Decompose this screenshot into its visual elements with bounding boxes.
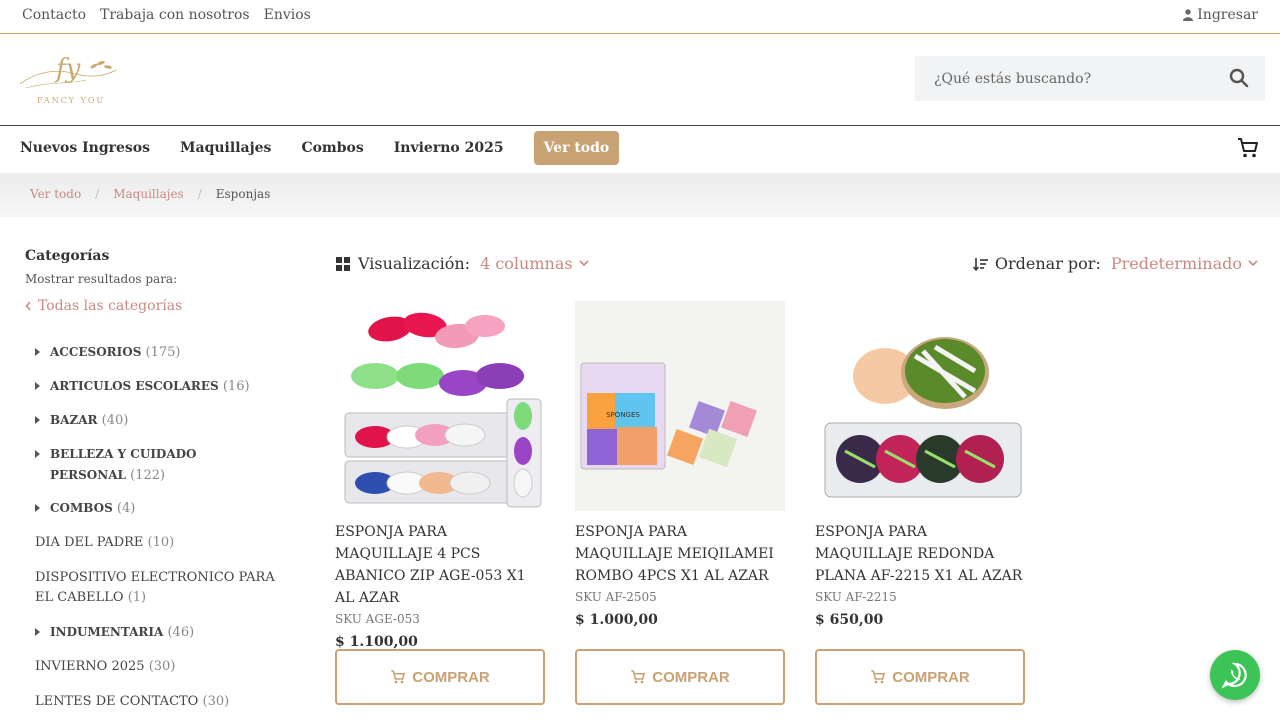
all-categories-link[interactable]: Todas las categorías xyxy=(25,298,295,314)
sidebar-item-accesorios[interactable]: ACCESORIOS (175) xyxy=(35,342,285,363)
caret-right-icon xyxy=(35,348,40,356)
sidebar-item-dispositivo-electronico[interactable]: DISPOSITIVO ELECTRONICO PARA EL CABELLO … xyxy=(35,568,280,608)
product-name[interactable]: ESPONJA PARA MAQUILLAJE MEIQILAMEI ROMBO… xyxy=(575,521,785,587)
sort-selector: Ordenar por: Predeterminado xyxy=(972,254,1258,273)
sort-icon xyxy=(972,257,988,271)
cart-icon xyxy=(631,670,646,684)
whatsapp-button[interactable] xyxy=(1210,650,1260,700)
product-image[interactable]: SPONGES xyxy=(575,301,785,511)
breadcrumb-separator: / xyxy=(95,187,100,201)
cart-icon xyxy=(391,670,406,684)
sidebar-item-combos[interactable]: COMBOS (4) xyxy=(35,498,285,519)
view-selector: Visualización: 4 columnas xyxy=(336,254,589,273)
sidebar-subtitle: Mostrar resultados para: xyxy=(25,272,178,286)
sidebar-item-belleza[interactable]: BELLEZA Y CUIDADO PERSONAL (122) xyxy=(35,444,275,486)
nav-item-combos[interactable]: Combos xyxy=(301,131,363,165)
product-image[interactable] xyxy=(335,301,545,511)
sidebar-title: Categorías xyxy=(25,248,110,264)
whatsapp-icon xyxy=(1221,662,1247,689)
shipping-link[interactable]: Envios xyxy=(264,7,311,23)
login-label: Ingresar xyxy=(1197,7,1258,23)
cart-icon[interactable] xyxy=(1236,136,1260,160)
breadcrumb-separator: / xyxy=(197,187,202,201)
breadcrumb-view-all[interactable]: Ver todo xyxy=(30,187,81,201)
cart-icon xyxy=(871,670,886,684)
product-sku: SKU AF-2505 xyxy=(575,590,657,604)
buy-button[interactable]: COMPRAR xyxy=(575,649,785,705)
package-text: SPONGES xyxy=(606,411,640,419)
product-price: $ 1.000,00 xyxy=(575,612,658,628)
category-sidebar: Categorías Mostrar resultados para: Toda… xyxy=(25,248,295,314)
search-icon[interactable] xyxy=(1229,68,1249,88)
product-card: ESPONJA PARA MAQUILLAJE 4 PCS ABANICO ZI… xyxy=(335,301,545,705)
login-link[interactable]: Ingresar xyxy=(1183,7,1258,23)
sidebar-item-articulos-escolares[interactable]: ARTICULOS ESCOLARES (16) xyxy=(35,376,285,397)
top-bar: Contacto Trabaja con nosotros Envios Ing… xyxy=(0,0,1280,34)
work-with-us-link[interactable]: Trabaja con nosotros xyxy=(100,7,250,23)
breadcrumb: Ver todo / Maquillajes / Esponjas xyxy=(0,173,1280,217)
brand-logo[interactable]: fy FANCY YOU xyxy=(16,54,120,112)
sidebar-item-lentes-de-contacto[interactable]: LENTES DE CONTACTO (30) xyxy=(35,692,285,712)
nav-item-new-arrivals[interactable]: Nuevos Ingresos xyxy=(20,131,150,165)
nav-item-winter-2025[interactable]: Invierno 2025 xyxy=(394,131,504,165)
logo-wordmark: FANCY YOU xyxy=(37,96,106,105)
site-header: fy FANCY YOU xyxy=(0,34,1280,126)
chevron-left-icon xyxy=(25,301,31,311)
view-all-button[interactable]: Ver todo xyxy=(533,131,620,165)
product-price: $ 1.100,00 xyxy=(335,634,418,650)
sidebar-item-indumentaria[interactable]: INDUMENTARIA (46) xyxy=(35,622,285,643)
sort-dropdown[interactable]: Predeterminado xyxy=(1111,254,1258,273)
nav-item-makeup[interactable]: Maquillajes xyxy=(180,131,271,165)
buy-button[interactable]: COMPRAR xyxy=(335,649,545,705)
search-input[interactable] xyxy=(915,56,1215,101)
product-price: $ 650,00 xyxy=(815,612,884,628)
caret-right-icon xyxy=(35,628,40,636)
sidebar-item-invierno-2025[interactable]: INVIERNO 2025 (30) xyxy=(35,657,285,677)
chevron-down-icon xyxy=(1248,260,1258,267)
product-name[interactable]: ESPONJA PARA MAQUILLAJE REDONDA PLANA AF… xyxy=(815,521,1025,587)
logo-monogram: fy xyxy=(56,54,81,84)
breadcrumb-makeup[interactable]: Maquillajes xyxy=(113,187,184,201)
caret-right-icon xyxy=(35,382,40,390)
product-sku: SKU AF-2215 xyxy=(815,590,897,604)
search-bar xyxy=(915,56,1265,101)
top-links: Contacto Trabaja con nosotros Envios xyxy=(22,7,311,23)
caret-right-icon xyxy=(35,504,40,512)
sidebar-item-bazar[interactable]: BAZAR (40) xyxy=(35,410,285,431)
product-name[interactable]: ESPONJA PARA MAQUILLAJE 4 PCS ABANICO ZI… xyxy=(335,521,545,609)
product-sku: SKU AGE-053 xyxy=(335,612,420,626)
product-card: ESPONJA PARA MAQUILLAJE REDONDA PLANA AF… xyxy=(815,301,1025,705)
contact-link[interactable]: Contacto xyxy=(22,7,86,23)
user-icon xyxy=(1183,9,1194,21)
view-dropdown[interactable]: 4 columnas xyxy=(480,254,589,273)
caret-right-icon xyxy=(35,450,40,458)
product-image[interactable] xyxy=(815,301,1025,511)
caret-right-icon xyxy=(35,416,40,424)
view-label: Visualización: xyxy=(358,254,471,273)
breadcrumb-current: Esponjas xyxy=(215,187,271,201)
sidebar-item-dia-del-padre[interactable]: DIA DEL PADRE (10) xyxy=(35,533,285,553)
product-card: SPONGES ESPONJA PARA MAQUILLAJE MEIQILAM… xyxy=(575,301,785,705)
sort-label: Ordenar por: xyxy=(994,254,1101,273)
chevron-down-icon xyxy=(579,260,589,267)
grid-icon xyxy=(336,256,350,271)
main-nav: Nuevos Ingresos Maquillajes Combos Invie… xyxy=(0,126,1280,173)
buy-button[interactable]: COMPRAR xyxy=(815,649,1025,705)
